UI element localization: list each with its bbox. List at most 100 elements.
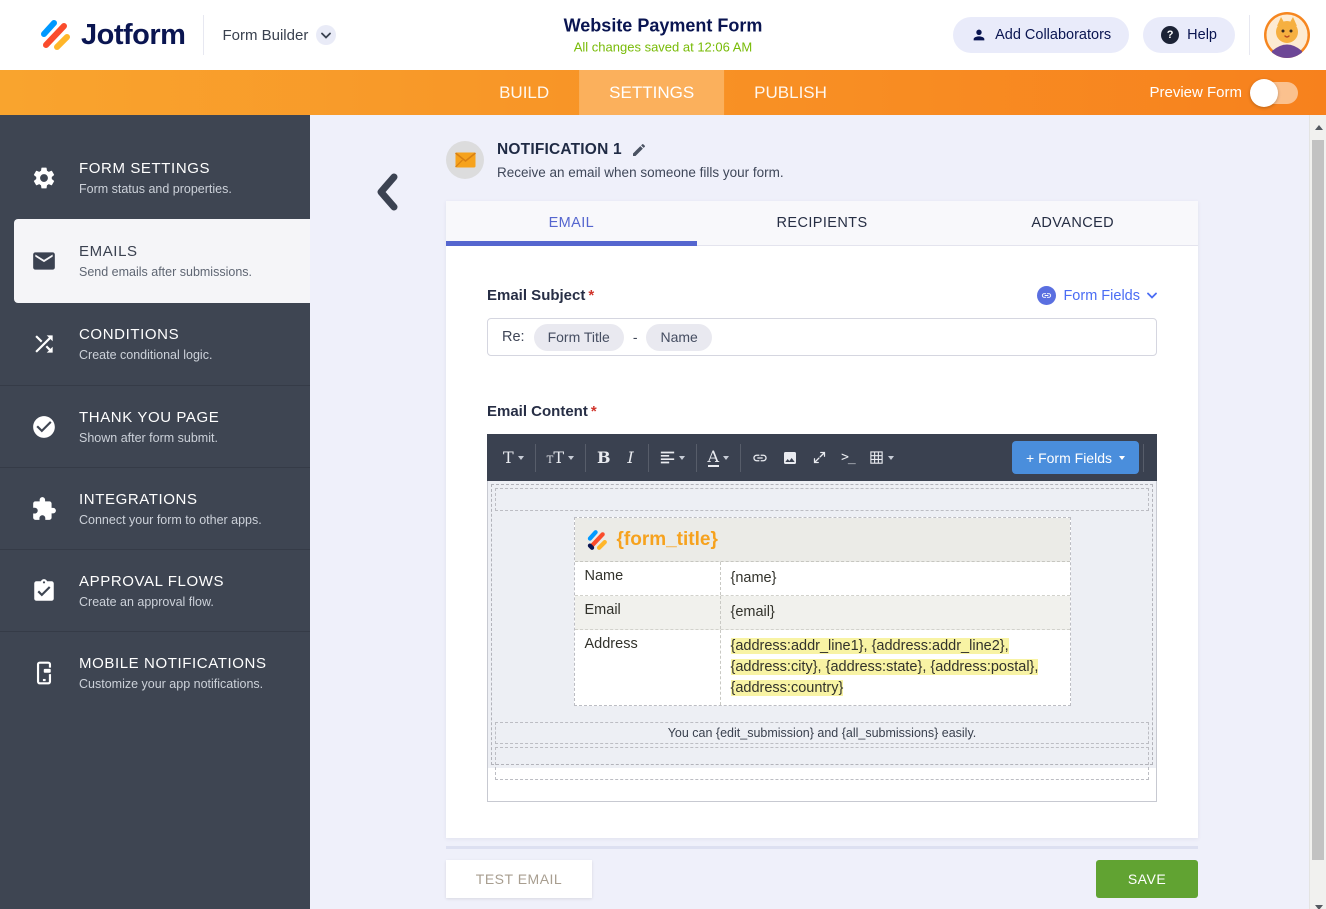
question-icon: ? [1161, 26, 1179, 44]
tab-email[interactable]: EMAIL [446, 201, 697, 245]
table-row[interactable]: Email {email} [575, 596, 1070, 630]
sidebar-item-emails[interactable]: EMAILS Send emails after submissions. [14, 219, 310, 303]
caret-down-icon [518, 456, 524, 460]
test-email-button[interactable]: TEST EMAIL [446, 860, 592, 898]
jotform-logo-icon [38, 18, 72, 52]
required-marker: * [588, 287, 594, 304]
header-divider [1249, 15, 1250, 55]
builder-nav: BUILD SETTINGS PUBLISH Preview Form [0, 70, 1326, 115]
italic-button[interactable]: I [618, 443, 644, 473]
nav-tab-build[interactable]: BUILD [469, 70, 579, 115]
bold-button[interactable]: B [590, 443, 618, 473]
sidebar-item-description: Form status and properties. [79, 182, 232, 196]
email-subject-input[interactable]: Re: Form Title - Name [487, 318, 1157, 356]
chevron-down-icon [316, 25, 336, 45]
notification-card: EMAIL RECIPIENTS ADVANCED Email Subject*… [446, 201, 1198, 838]
settings-sidebar: FORM SETTINGS Form status and properties… [0, 115, 310, 909]
email-template-canvas[interactable]: {form_title} Name {name} Email {email} [491, 484, 1153, 765]
email-content-label: Email Content* [487, 403, 597, 420]
notification-subtitle: Receive an email when someone fills your… [497, 165, 784, 180]
settings-content: NOTIFICATION 1 Receive an email when som… [310, 115, 1326, 909]
sidebar-item-label: MOBILE NOTIFICATIONS [79, 655, 267, 672]
save-button[interactable]: SAVE [1096, 860, 1198, 898]
template-header[interactable]: {form_title} [575, 518, 1070, 562]
toolbar-separator [740, 444, 741, 472]
user-avatar[interactable] [1264, 12, 1310, 58]
sidebar-item-approval-flows[interactable]: APPROVAL FLOWS Create an approval flow. [0, 549, 310, 631]
vertical-scrollbar[interactable] [1309, 115, 1326, 909]
template-footer-note[interactable]: You can {edit_submission} and {all_submi… [495, 722, 1149, 744]
toolbar-separator [1143, 444, 1144, 472]
template-spacer-row[interactable] [495, 488, 1149, 511]
table-row[interactable]: Address {address:addr_line1}, {address:a… [575, 630, 1070, 705]
font-color-button[interactable]: A [701, 443, 737, 473]
row-value: {email} [721, 596, 1070, 629]
caret-down-icon [723, 456, 729, 460]
font-size-button[interactable]: TT [540, 443, 581, 473]
sidebar-item-description: Create an approval flow. [79, 595, 224, 609]
highlighted-address-tags: {address:addr_line1}, {address:addr_line… [731, 638, 1039, 696]
sidebar-item-label: FORM SETTINGS [79, 160, 232, 177]
toolbar-separator [585, 444, 586, 472]
insert-link-button[interactable] [745, 443, 775, 473]
jotform-logo[interactable]: Jotform [38, 18, 185, 52]
tab-advanced[interactable]: ADVANCED [947, 201, 1198, 245]
form-fields-dropdown[interactable]: Form Fields [1037, 286, 1157, 305]
add-collaborators-button[interactable]: Add Collaborators [953, 17, 1129, 53]
person-icon [971, 27, 987, 43]
row-label: Name [575, 562, 721, 595]
tab-recipients[interactable]: RECIPIENTS [697, 201, 948, 245]
table-grid-icon [869, 450, 884, 465]
email-template-table[interactable]: {form_title} Name {name} Email {email} [574, 517, 1071, 706]
insert-table-button[interactable] [862, 443, 901, 473]
sidebar-item-form-settings[interactable]: FORM SETTINGS Form status and properties… [0, 137, 310, 219]
sidebar-item-thank-you-page[interactable]: THANK YOU PAGE Shown after form submit. [0, 385, 310, 467]
sidebar-item-mobile-notifications[interactable]: MOBILE NOTIFICATIONS Customize your app … [0, 631, 310, 713]
sidebar-item-label: EMAILS [79, 243, 252, 260]
scrollbar-thumb[interactable] [1312, 140, 1324, 860]
scroll-up-arrow[interactable] [1310, 119, 1326, 135]
editor-form-fields-button[interactable]: + Form Fields [1012, 441, 1139, 474]
sidebar-item-description: Shown after form submit. [79, 431, 219, 445]
product-switcher[interactable]: Form Builder [222, 25, 336, 45]
preview-form-toggle[interactable] [1252, 82, 1298, 104]
nav-tab-publish[interactable]: PUBLISH [724, 70, 857, 115]
help-button[interactable]: ? Help [1143, 17, 1235, 53]
jotform-logo-icon [585, 528, 609, 552]
chevron-down-icon [1147, 292, 1157, 299]
fullscreen-button[interactable] [805, 443, 834, 473]
subject-chip-form-title[interactable]: Form Title [534, 324, 624, 351]
sidebar-item-description: Connect your form to other apps. [79, 513, 262, 527]
scroll-down-arrow[interactable] [1310, 899, 1326, 909]
link-icon [752, 450, 768, 466]
notification-title: NOTIFICATION 1 [497, 141, 622, 159]
sidebar-item-description: Create conditional logic. [79, 348, 212, 362]
edit-pencil-icon[interactable] [631, 142, 647, 158]
toolbar-separator [535, 444, 536, 472]
insert-image-button[interactable] [775, 443, 805, 473]
toggle-knob [1250, 79, 1278, 107]
table-row[interactable]: Name {name} [575, 562, 1070, 596]
row-value: {address:addr_line1}, {address:addr_line… [721, 630, 1070, 705]
sidebar-item-integrations[interactable]: INTEGRATIONS Connect your form to other … [0, 467, 310, 549]
template-spacer-row[interactable] [495, 747, 1149, 780]
approval-flow-icon [30, 577, 57, 604]
expand-icon [812, 450, 827, 465]
header-divider [203, 15, 204, 55]
check-circle-icon [30, 413, 57, 440]
envelope-icon [30, 248, 57, 275]
align-button[interactable] [653, 443, 692, 473]
autosave-status: All changes saved at 12:06 AM [564, 40, 763, 55]
subject-chip-name[interactable]: Name [646, 324, 711, 351]
caret-down-icon [679, 456, 685, 460]
mobile-notification-icon [30, 659, 57, 686]
required-marker: * [591, 403, 597, 420]
sidebar-item-description: Send emails after submissions. [79, 265, 252, 279]
back-button[interactable] [372, 171, 402, 213]
editor-body[interactable]: {form_title} Name {name} Email {email} [487, 481, 1157, 802]
font-family-button[interactable]: T [496, 443, 531, 473]
sidebar-item-conditions[interactable]: CONDITIONS Create conditional logic. [0, 303, 310, 385]
nav-tab-settings[interactable]: SETTINGS [579, 70, 724, 115]
email-content-editor: T TT B I A [487, 434, 1157, 802]
source-code-button[interactable]: >_ [834, 443, 862, 473]
